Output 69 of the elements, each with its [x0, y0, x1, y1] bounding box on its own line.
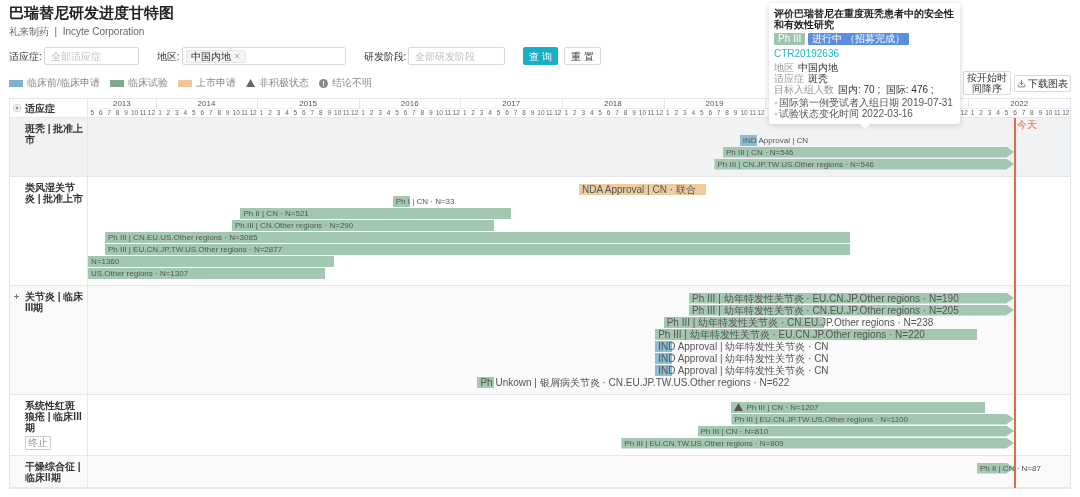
triangle-icon — [245, 79, 255, 87]
close-icon[interactable] — [232, 52, 241, 60]
region-field[interactable]: 中国内地 — [181, 47, 346, 65]
gantt-bar[interactable]: Ph III | CN.JP.TW.US.Other regions · N=546 — [714, 158, 1015, 170]
gantt-bar[interactable]: Ph III | 幼年特发性关节炎 · EU.CN.JP.Other regions · N=220 — [655, 328, 977, 340]
year-label: 2013 — [112, 99, 131, 108]
download-button[interactable]: 下载图表 — [1014, 74, 1071, 92]
indication-label: 干燥综合征 | 临床II期 — [25, 461, 82, 483]
field-label: 地区 — [774, 62, 794, 73]
indication-label: 斑秃 | 批准上市 — [25, 123, 84, 145]
gantt-bar[interactable]: N=1360 — [88, 255, 334, 267]
reset-button[interactable]: 重 置 — [564, 47, 601, 65]
legend-label: 上市申请 — [195, 77, 236, 89]
filter-label: 地区: — [156, 49, 180, 64]
gantt-bar[interactable]: Ph III | CN.EU.US.Other regions · N=3085 — [104, 231, 850, 243]
info-icon — [318, 78, 328, 88]
gantt-bar[interactable]: US.Other regions · N=1307 — [88, 267, 326, 279]
legend-label: 临床前/临床申请 — [27, 77, 100, 89]
column-header: 适应症 — [25, 101, 55, 116]
gantt-bar[interactable]: Ph III | CN · N=546 — [722, 146, 1015, 158]
year-label: 2019 — [705, 99, 724, 108]
legend-label: 结论不明 — [331, 77, 372, 89]
timeline-entry: 试验状态变化时间 2022-03-16 — [779, 108, 913, 119]
gantt-bar[interactable]: Ph II | CN · N=521 — [240, 207, 512, 219]
plus-icon[interactable] — [13, 293, 20, 300]
indication-label: 关节炎 | 临床III期 — [25, 291, 84, 313]
legend-label: 临床试验 — [127, 77, 168, 89]
field-value: 斑秃 — [808, 73, 828, 84]
year-label: 2018 — [603, 99, 622, 108]
subtitle: 礼来制药 | Incyte Corporation — [9, 26, 145, 38]
trial-link[interactable]: CTR20192636 — [774, 48, 840, 60]
indication-label: 系统性红斑狼疮 | 临床III期 — [25, 400, 83, 433]
gantt-bar[interactable]: Ph III | CN · N=810 — [697, 425, 1015, 437]
gantt-bar[interactable]: Ph Unkown | 银屑病关节炎 · CN.EU.JP.TW.US.Other regions · N=622 — [477, 376, 790, 388]
field-value: 国内: 70 ; 国际: 476 ; — [838, 84, 934, 95]
gantt-bar[interactable]: Ph III | CN.Other regions · N=290 — [231, 219, 495, 231]
indication-label: 类风湿关节炎 | 批准上市 — [25, 182, 84, 204]
gantt-bar[interactable]: Ph III | EU.CN.JP.TW.US.Other regions · N=2877 — [104, 243, 850, 255]
gantt-bar[interactable]: Ph III | EU.CN.JP.TW.US.Other regions · N=1100 — [731, 413, 1015, 425]
tooltip-title: 评价巴瑞替尼在重度斑秃患者中的安全性和有效性研究 — [774, 8, 955, 30]
sort-button[interactable]: 按开始时间降序 — [963, 71, 1011, 95]
year-label: 2014 — [197, 99, 216, 108]
gantt-bar[interactable]: NDA Approval | CN · 联合 — [579, 183, 706, 195]
year-label: 2016 — [400, 99, 419, 108]
gantt-bar[interactable]: Ph III | CN · N=1207 — [731, 401, 986, 413]
status-tag: 进行中 （招募完成） — [808, 33, 910, 45]
status-tag: 终止 — [25, 436, 51, 450]
page-title: 巴瑞替尼研发进度甘特图 — [9, 4, 174, 22]
download-icon — [1017, 78, 1026, 88]
expand-icon[interactable] — [13, 104, 21, 112]
year-label: 2022 — [1010, 99, 1029, 108]
field-label: 适应症 — [774, 73, 804, 84]
gantt-bar[interactable]: Ph I | CN · N=33 — [392, 195, 455, 207]
region-tag[interactable]: 中国内地 — [185, 49, 246, 63]
filter-label: 适应症: — [9, 49, 42, 64]
today-label: 今天 — [1017, 119, 1038, 130]
search-button[interactable]: 查 询 — [523, 47, 559, 65]
gantt-bar[interactable]: IND Approval | CN — [739, 134, 809, 146]
gantt-bar[interactable]: Ph III | EU.CN.TW.US.Other regions · N=809 — [621, 437, 1015, 449]
year-label: 2015 — [299, 99, 317, 108]
year-label: 2017 — [502, 99, 521, 108]
legend-label: 非积极状态 — [258, 77, 309, 89]
field-label: 目标入组人数 — [774, 84, 834, 95]
filter-label: 研发阶段: — [363, 49, 407, 64]
timeline-entry: 国际第一例受试者入组日期 2019-07-31 — [779, 97, 953, 108]
field-value: 中国内地 — [798, 62, 838, 73]
status-tag: Ph III — [774, 33, 806, 45]
gantt-bar[interactable]: Ph III | 幼年特发性关节炎 · EU.CN.JP.Other regions · N=190 — [689, 292, 1015, 304]
gantt-bar[interactable]: Ph III | 幼年特发性关节炎 · CN.EU.JP.Other regions · N=205 — [689, 304, 1015, 316]
